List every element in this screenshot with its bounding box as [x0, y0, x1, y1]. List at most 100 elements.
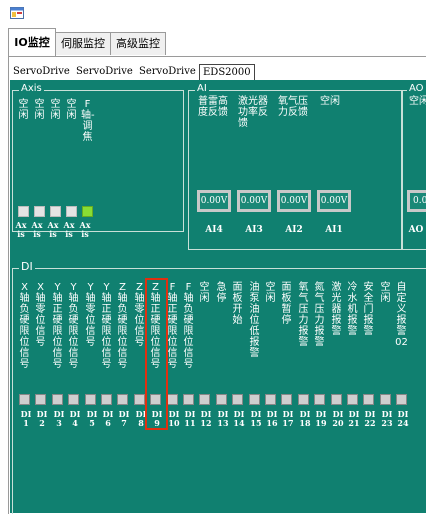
highlight-box — [145, 278, 168, 430]
di-name: DI 3 — [53, 409, 65, 428]
di-signal-label: X轴负硬限位信号 — [19, 282, 30, 370]
di-name: DI 6 — [102, 409, 114, 428]
ai4-name: AI4 — [205, 225, 223, 235]
di-name: DI 16 — [266, 409, 278, 428]
di-name: DI 12 — [200, 409, 212, 428]
axis-signal-label: F轴-调焦 — [81, 99, 95, 143]
di-led-11 — [183, 394, 194, 405]
ao-value-box: 0.0 — [407, 190, 426, 212]
di-name: DI 1 — [20, 409, 32, 428]
app-window-icon — [10, 4, 24, 19]
axis-signal-label: 空闲 — [34, 99, 45, 121]
tab-servodrive-1[interactable]: ServoDrive — [10, 64, 73, 79]
di-name: DI 14 — [233, 409, 245, 428]
tab-advanced-monitor[interactable]: 高级监控 — [110, 32, 166, 55]
tab-io-monitor[interactable]: IO监控 — [8, 28, 56, 57]
axis-led-4 — [66, 206, 77, 217]
axis-name: Ax is — [47, 220, 59, 239]
axis-name: Ax is — [63, 220, 75, 239]
di-led-5 — [85, 394, 96, 405]
di-signal-label: Y轴负硬限位信号 — [68, 282, 79, 370]
tab-servo-monitor[interactable]: 伺服监控 — [55, 32, 111, 55]
di-name: DI 5 — [86, 409, 98, 428]
di-signal-label: 自定义报警02 — [395, 282, 408, 348]
ao-channel-label: 空闲 — [409, 96, 426, 107]
ai2-value-box: 0.00V — [277, 190, 311, 212]
di-led-24 — [396, 394, 407, 405]
tab-servodrive-3[interactable]: ServoDrive — [136, 64, 199, 79]
di-signal-label: 空闲 — [380, 282, 391, 304]
axis-led-3 — [50, 206, 61, 217]
di-name: DI 11 — [184, 409, 196, 428]
di-signal-label: 急停 — [216, 282, 227, 304]
di-name: DI 21 — [348, 409, 360, 428]
di-led-7 — [117, 394, 128, 405]
di-name: DI 13 — [217, 409, 229, 428]
di-led-13 — [216, 394, 227, 405]
ai3-name: AI3 — [245, 225, 263, 235]
di-signal-label: 氧气压力报警 — [298, 282, 309, 348]
axis-signal-label: 空闲 — [50, 99, 61, 121]
di-name: DI 22 — [364, 409, 376, 428]
di-signal-label: 空闲 — [199, 282, 210, 304]
ai-channel-label: 空闲 — [320, 96, 340, 107]
di-led-15 — [249, 394, 260, 405]
di-signal-label: Y轴正硬限位信号 — [52, 282, 63, 370]
di-led-23 — [380, 394, 391, 405]
di-signal-label: X轴零位信号 — [35, 282, 46, 348]
di-signal-label: 安全门报警 — [363, 282, 374, 337]
ai-channel-label: 氧气压力反馈 — [278, 96, 308, 118]
di-signal-label: 空闲 — [265, 282, 276, 304]
ai2-name: AI2 — [285, 225, 303, 235]
di-led-14 — [232, 394, 243, 405]
axis-led-1 — [18, 206, 29, 217]
di-led-8 — [134, 394, 145, 405]
di-signal-label: 油泵油位低报警 — [249, 282, 260, 359]
di-led-21 — [347, 394, 358, 405]
ai1-name: AI1 — [325, 225, 343, 235]
axis-signal-label: 空闲 — [66, 99, 77, 121]
di-led-6 — [101, 394, 112, 405]
axis-name: Ax is — [15, 220, 27, 239]
di-signal-label: F轴负硬限位信号 — [183, 282, 194, 370]
ai-channel-label: 普雷高度反馈 — [198, 96, 228, 118]
ai3-value-box: 0.00V — [237, 190, 271, 212]
di-led-16 — [265, 394, 276, 405]
axis-name: Ax is — [31, 220, 43, 239]
di-signal-label: Y轴正硬限位信号 — [101, 282, 112, 370]
di-signal-label: Y轴零位信号 — [85, 282, 96, 348]
axis-led-5 — [82, 206, 93, 217]
di-signal-label: 激光器报警 — [331, 282, 342, 337]
di-led-1 — [19, 394, 30, 405]
di-led-19 — [314, 394, 325, 405]
di-name: DI 4 — [69, 409, 81, 428]
di-name: DI 10 — [168, 409, 180, 428]
tab-eds2000[interactable]: EDS2000 — [199, 64, 255, 80]
di-led-3 — [52, 394, 63, 405]
di-led-10 — [167, 394, 178, 405]
di-name: DI 19 — [315, 409, 327, 428]
di-led-20 — [331, 394, 342, 405]
di-led-17 — [281, 394, 292, 405]
di-name: DI 7 — [118, 409, 130, 428]
ao-group-title: AO — [407, 83, 426, 95]
di-group-title: DI — [19, 260, 35, 273]
di-name: DI 20 — [332, 409, 344, 428]
di-signal-label: 氮气压力报警 — [314, 282, 325, 348]
axis-group-title: Axis — [19, 83, 44, 95]
di-name: DI 24 — [397, 409, 409, 428]
di-led-18 — [298, 394, 309, 405]
di-name: DI 17 — [282, 409, 294, 428]
ao-name: AO — [408, 225, 424, 235]
di-name: DI 18 — [299, 409, 311, 428]
di-led-12 — [199, 394, 210, 405]
di-led-4 — [68, 394, 79, 405]
di-name: DI 23 — [381, 409, 393, 428]
tab-servodrive-2[interactable]: ServoDrive — [73, 64, 136, 79]
ai1-value-box: 0.00V — [317, 190, 351, 212]
ai4-value-box: 0.00V — [197, 190, 231, 212]
axis-group: Axis 空闲 空闲 空闲 空闲 F轴-调焦 — [12, 83, 184, 232]
axis-signal-label: 空闲 — [18, 99, 29, 121]
di-signal-label: Z轴负硬限位信号 — [117, 282, 128, 370]
io-monitor-panel: Axis 空闲 空闲 空闲 空闲 F轴-调焦 Ax is Ax is Ax is… — [10, 80, 426, 514]
